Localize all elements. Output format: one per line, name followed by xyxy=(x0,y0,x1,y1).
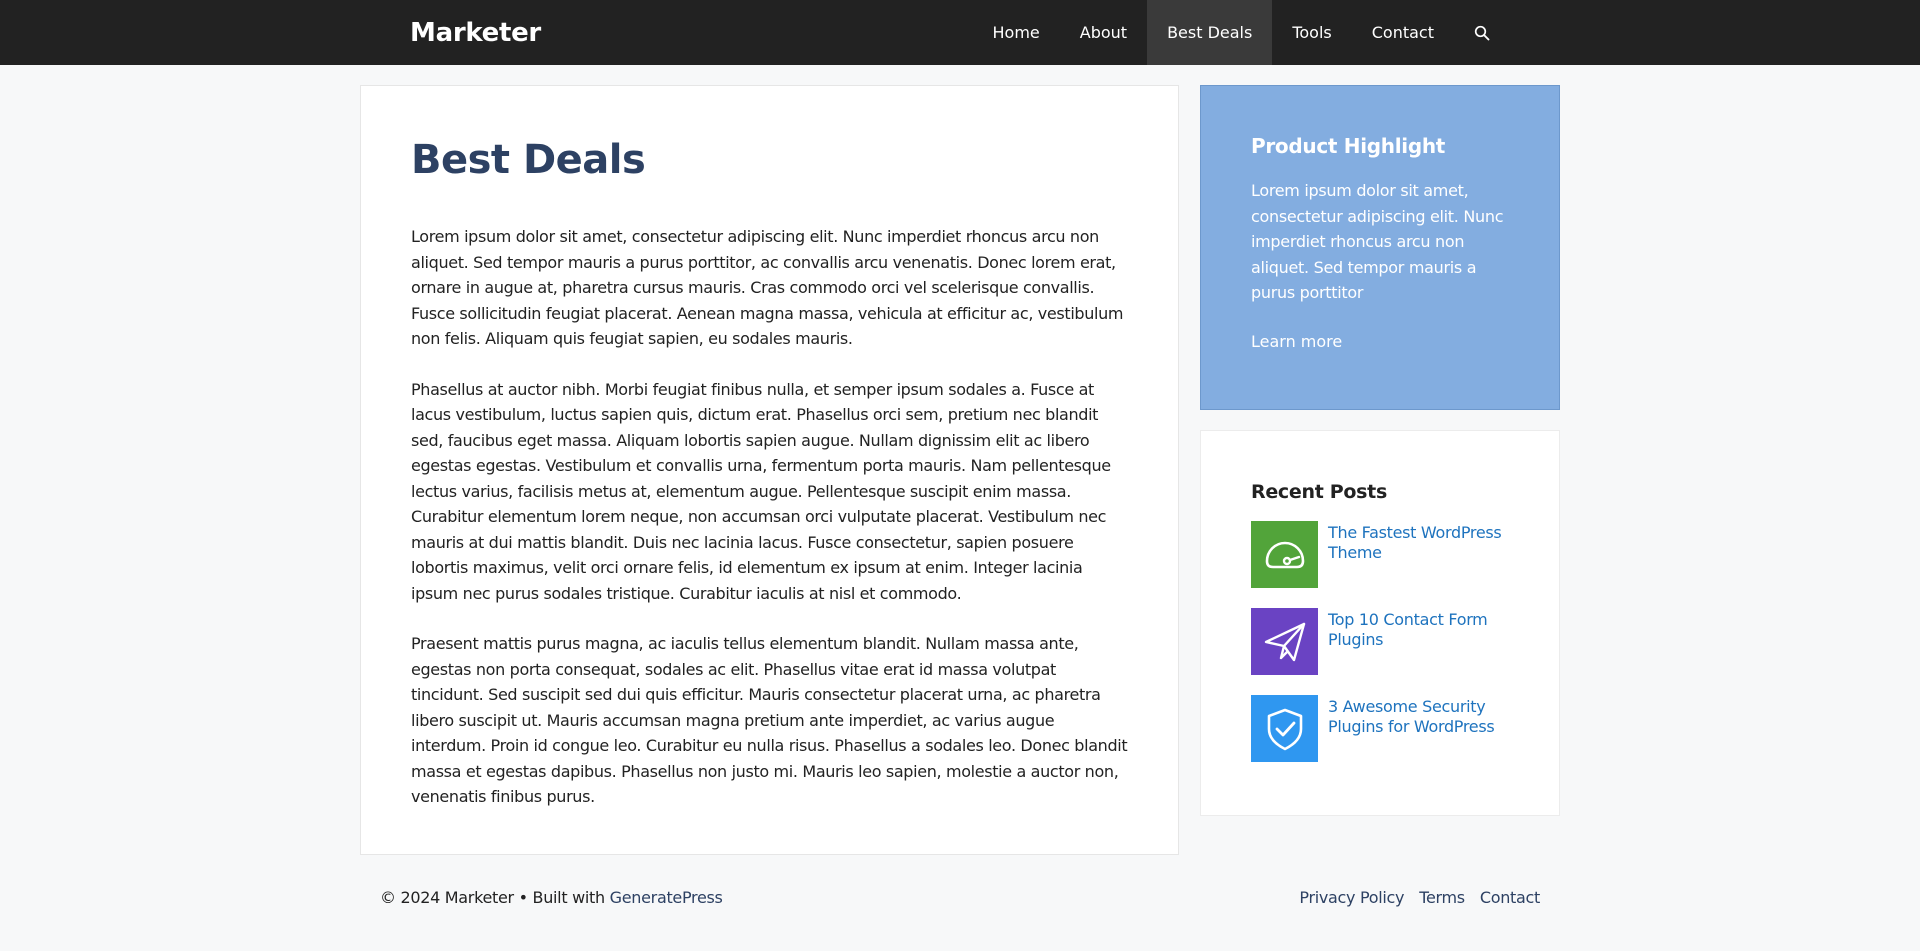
footer-link-terms[interactable]: Terms xyxy=(1419,888,1465,907)
site-header: Marketer Home About Best Deals Tools Con… xyxy=(0,0,1920,65)
footer-menu: Privacy Policy Terms Contact xyxy=(1284,888,1540,907)
nav-item-about[interactable]: About xyxy=(1060,0,1147,65)
post-link[interactable]: The Fastest WordPress Theme xyxy=(1328,523,1509,563)
header-inner: Marketer Home About Best Deals Tools Con… xyxy=(360,0,1560,65)
product-highlight-widget: Product Highlight Lorem ipsum dolor sit … xyxy=(1200,85,1560,410)
copyright: © 2024 Marketer • Built with GeneratePre… xyxy=(380,888,723,907)
copyright-text: © 2024 Marketer • Built with xyxy=(380,888,605,907)
nav-item-home[interactable]: Home xyxy=(973,0,1060,65)
speedometer-icon xyxy=(1265,541,1304,568)
recent-posts-widget: Recent Posts The Fastest WordPress Theme xyxy=(1200,430,1560,816)
main-content: Best Deals Lorem ipsum dolor sit amet, c… xyxy=(360,85,1179,855)
nav-item-contact[interactable]: Contact xyxy=(1352,0,1454,65)
sidebar: Product Highlight Lorem ipsum dolor sit … xyxy=(1200,85,1560,816)
main-navigation: Home About Best Deals Tools Contact xyxy=(973,0,1511,65)
page-container: Best Deals Lorem ipsum dolor sit amet, c… xyxy=(360,65,1560,951)
paper-plane-icon xyxy=(1264,622,1305,661)
post-link[interactable]: 3 Awesome Security Plugins for WordPress xyxy=(1328,697,1509,737)
site-title[interactable]: Marketer xyxy=(410,0,541,67)
widget-title: Product Highlight xyxy=(1251,134,1446,158)
site-footer: © 2024 Marketer • Built with GeneratePre… xyxy=(380,888,1540,914)
footer-link-privacy-policy[interactable]: Privacy Policy xyxy=(1299,888,1404,907)
list-item: The Fastest WordPress Theme xyxy=(1251,521,1509,588)
shield-check-icon xyxy=(1267,708,1302,750)
nav-item-tools[interactable]: Tools xyxy=(1272,0,1351,65)
nav-item-best-deals[interactable]: Best Deals xyxy=(1147,0,1273,65)
post-thumbnail[interactable] xyxy=(1251,695,1318,762)
list-item: 3 Awesome Security Plugins for WordPress xyxy=(1251,695,1509,762)
paragraph: Lorem ipsum dolor sit amet, consectetur … xyxy=(411,227,1124,348)
post-thumbnail[interactable] xyxy=(1251,608,1318,675)
list-item: Top 10 Contact Form Plugins xyxy=(1251,608,1509,675)
paragraph: Phasellus at auctor nibh. Morbi feugiat … xyxy=(411,379,1111,603)
learn-more-link[interactable]: Learn more xyxy=(1251,332,1509,351)
post-link[interactable]: Top 10 Contact Form Plugins xyxy=(1328,610,1509,650)
footer-link-contact[interactable]: Contact xyxy=(1480,888,1540,907)
page-title: Best Deals xyxy=(411,137,646,183)
search-button[interactable] xyxy=(1454,0,1510,65)
generatepress-link[interactable]: GeneratePress xyxy=(610,888,723,907)
paragraph: Praesent mattis purus magna, ac iaculis … xyxy=(411,634,1128,806)
widget-text: Lorem ipsum dolor sit amet, consectetur … xyxy=(1251,181,1504,302)
post-thumbnail[interactable] xyxy=(1251,521,1318,588)
widget-title: Recent Posts xyxy=(1251,481,1387,503)
search-icon xyxy=(1474,25,1490,40)
